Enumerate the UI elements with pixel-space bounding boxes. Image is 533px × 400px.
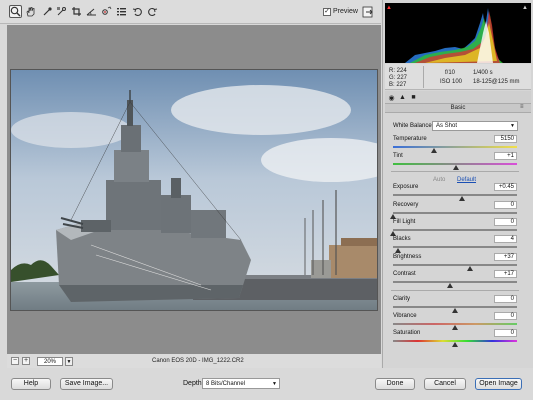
fill-light-value-field[interactable]: 0: [494, 218, 517, 226]
aperture-readout: f/10: [445, 70, 456, 76]
blacks-label: Blacks: [393, 236, 411, 242]
brightness-label: Brightness: [393, 254, 422, 260]
panel-title: Basic: [385, 103, 531, 113]
preview-label: Preview: [333, 8, 358, 15]
panel-tabs: ◉ ▲ ■: [385, 91, 531, 103]
shutter-readout: 1/400 s: [473, 70, 493, 76]
divider: [391, 290, 519, 291]
magnifier-icon[interactable]: [9, 5, 22, 18]
saturation-label: Saturation: [393, 330, 421, 336]
recovery-slider-track[interactable]: [393, 212, 517, 214]
eyedropper-icon[interactable]: [41, 5, 54, 18]
chevron-down-icon: ▼: [272, 381, 277, 387]
highlight-clipping-warning-icon[interactable]: ▲: [522, 5, 528, 11]
fill-light-label: Fill Light: [393, 219, 416, 225]
open-image-button[interactable]: Open Image: [475, 378, 522, 390]
file-info: Canon EOS 20D - IMG_1222.CR2: [152, 358, 244, 364]
basic-tab-icon[interactable]: ◉: [387, 93, 396, 102]
brightness-slider-thumb[interactable]: [466, 266, 473, 271]
vibrance-value-field[interactable]: 0: [494, 312, 517, 320]
green-readout: G: 227: [389, 75, 408, 81]
zoom-level-field[interactable]: 20%: [37, 357, 63, 366]
brightness-slider-track[interactable]: [393, 264, 517, 266]
exposure-value-field[interactable]: +0.45: [494, 183, 517, 191]
clarity-label: Clarity: [393, 296, 411, 302]
contrast-label: Contrast: [393, 271, 416, 277]
fill-light-slider-track[interactable]: [393, 229, 517, 231]
detail-tab-icon[interactable]: ■: [409, 93, 418, 102]
red-eye-icon[interactable]: [100, 5, 113, 18]
rotate-ccw-icon[interactable]: [131, 5, 144, 18]
temperature-slider-track[interactable]: [393, 146, 517, 148]
list-icon[interactable]: [115, 5, 128, 18]
contrast-slider-track[interactable]: [393, 281, 517, 283]
depth-value: 8 Bits/Channel: [206, 381, 246, 387]
chevron-down-icon: ▼: [510, 123, 515, 129]
straighten-icon[interactable]: [85, 5, 98, 18]
save-image-button[interactable]: Save Image...: [60, 378, 113, 390]
temperature-value-field[interactable]: 5150: [494, 135, 517, 143]
auto-link[interactable]: Auto: [433, 177, 445, 183]
depth-select[interactable]: 8 Bits/Channel ▼: [202, 378, 280, 389]
red-readout: R: 224: [389, 68, 407, 74]
shadow-clipping-warning-icon[interactable]: ▲: [386, 5, 392, 11]
tint-value-field[interactable]: +1: [494, 152, 517, 160]
help-button[interactable]: Help: [11, 378, 51, 390]
crop-icon[interactable]: [70, 5, 83, 18]
iso-readout: ISO 100: [440, 79, 463, 85]
blacks-slider-track[interactable]: [393, 246, 517, 248]
clarity-value-field[interactable]: 0: [494, 295, 517, 303]
rotate-cw-icon[interactable]: [146, 5, 159, 18]
toolbar: ✓ Preview: [0, 0, 381, 24]
divider: [391, 171, 519, 172]
exposure-slider-track[interactable]: [393, 194, 517, 196]
temperature-label: Temperature: [393, 136, 427, 142]
white-balance-select[interactable]: As Shot ▼: [432, 121, 518, 131]
zoom-in-button[interactable]: +: [22, 357, 30, 365]
recovery-label: Recovery: [393, 202, 419, 208]
done-button[interactable]: Done: [375, 378, 415, 390]
contrast-value-field[interactable]: +17: [494, 270, 517, 278]
contrast-slider-thumb[interactable]: [447, 283, 454, 288]
saturation-slider-thumb[interactable]: [452, 342, 458, 347]
fullscreen-icon[interactable]: [362, 6, 374, 18]
default-link[interactable]: Default: [457, 177, 476, 183]
blacks-slider-thumb[interactable]: [394, 248, 401, 253]
white-balance-label: White Balance:: [393, 123, 434, 129]
chevron-down-icon[interactable]: ▼: [65, 357, 73, 366]
recovery-value-field[interactable]: 0: [494, 201, 517, 209]
preview-image: [10, 69, 378, 311]
pixel-readout: R: 224 G: 227 B: 227 f/10 1/400 s ISO 10…: [385, 64, 531, 90]
preview-checkbox[interactable]: ✓: [323, 8, 331, 16]
vibrance-label: Vibrance: [393, 313, 417, 319]
blue-readout: B: 227: [389, 82, 407, 88]
saturation-value-field[interactable]: 0: [494, 329, 517, 337]
tone-curve-tab-icon[interactable]: ▲: [398, 93, 407, 102]
exposure-slider-thumb[interactable]: [459, 196, 466, 201]
depth-label: Depth:: [183, 380, 204, 387]
tint-slider-thumb[interactable]: [453, 165, 460, 170]
cancel-button[interactable]: Cancel: [424, 378, 466, 390]
status-bar: − + 20% ▼ Canon EOS 20D - IMG_1222.CR2: [7, 354, 381, 368]
exposure-label: Exposure: [393, 184, 419, 190]
readout-divider: [423, 66, 424, 88]
lens-readout: 18-125@125 mm: [473, 79, 520, 85]
tint-label: Tint: [393, 153, 403, 159]
clarity-slider-thumb[interactable]: [452, 308, 458, 313]
vibrance-slider-thumb[interactable]: [452, 325, 458, 330]
histogram: [385, 3, 531, 63]
zoom-out-button[interactable]: −: [11, 357, 19, 365]
brightness-value-field[interactable]: +37: [494, 253, 517, 261]
blacks-value-field[interactable]: 4: [494, 235, 517, 243]
hand-icon[interactable]: [24, 5, 37, 18]
temperature-slider-thumb[interactable]: [430, 148, 437, 153]
color-sampler-icon[interactable]: [55, 5, 68, 18]
panel-menu-icon[interactable]: ≡: [520, 104, 524, 110]
white-balance-value: As Shot: [436, 123, 458, 129]
